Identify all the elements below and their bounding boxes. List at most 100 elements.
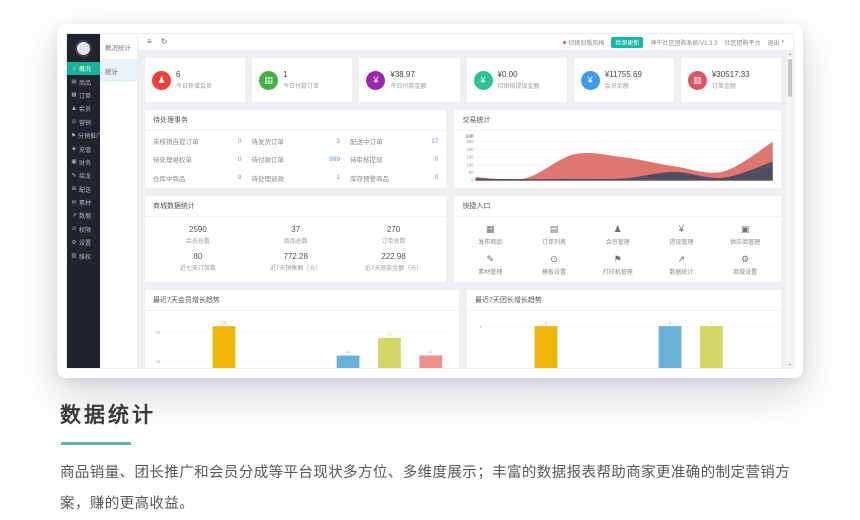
- stat-icon: ▥: [688, 71, 707, 90]
- todo-item[interactable]: 配送中订单17: [350, 132, 438, 150]
- quick-entry-模板设置[interactable]: ⊙模板设置: [522, 255, 586, 276]
- quick-entry-label: 模板设置: [522, 267, 586, 276]
- sidebar-item-label: 配送: [79, 185, 91, 194]
- submenu-item-stats[interactable]: 统计: [100, 60, 137, 82]
- sidebar-item-label: 概况: [79, 64, 91, 73]
- topbar-link[interactable]: 切换旧版风格: [563, 38, 604, 47]
- sidebar-item-商品[interactable]: ▤商品: [67, 75, 100, 88]
- svg-text:14: 14: [387, 332, 392, 337]
- todo-label: 待处理维权单: [153, 154, 192, 164]
- sidebar-item-icon: ⚑: [71, 133, 76, 139]
- avatar[interactable]: [75, 40, 92, 57]
- quick-entry-提现管理[interactable]: ¥提现管理: [650, 225, 714, 246]
- sidebar-item-接龙[interactable]: ✎接龙: [67, 169, 100, 182]
- mall-stat: 270订单总数: [345, 225, 443, 245]
- sidebar-item-icon: ▤: [71, 79, 77, 85]
- check-update-badge[interactable]: 检测更新: [611, 37, 643, 48]
- mall-stat: 772.28近7天销售额（元）: [247, 252, 345, 272]
- refresh-icon[interactable]: ↻: [161, 38, 168, 46]
- mall-stats-panel: 商城数据统计 2590会员总数37商品总数270订单总数80近七天订单数772.…: [144, 195, 447, 283]
- quick-entry-icon: ▣: [713, 225, 777, 234]
- sidebar-item-label: 素材: [79, 198, 91, 207]
- stat-card[interactable]: ♟6今日新增会员: [144, 57, 246, 103]
- todo-item[interactable]: 库存预警商品0: [350, 169, 438, 187]
- leader-growth-chart: 00.5103-12103-1303-1403-15103-16103-1703…: [467, 311, 781, 368]
- sidebar-item-概况[interactable]: ⌂概况: [67, 62, 100, 75]
- todo-item[interactable]: 待处理维权单0: [153, 150, 241, 168]
- sidebar-item-财务[interactable]: ▣财务: [67, 156, 100, 169]
- quick-entry-icon: ✎: [458, 255, 522, 264]
- quick-entry-icon: ⚙: [713, 255, 777, 264]
- scroll-down-icon[interactable]: ▼: [787, 362, 793, 368]
- todo-label: 配送中订单: [350, 136, 383, 146]
- quick-entry-icon: ♟: [586, 225, 650, 234]
- sidebar-item-label: 维权: [79, 252, 91, 261]
- sidebar-item-权限[interactable]: ⊙权限: [67, 223, 100, 236]
- quick-entry-label: 素材管理: [458, 267, 522, 276]
- scrollbar-thumb[interactable]: [788, 59, 792, 97]
- svg-text:03-12: 03-12: [465, 187, 477, 189]
- todo-item[interactable]: 待发货订单3: [251, 132, 339, 150]
- topbar-link[interactable]: 社区团购平台: [724, 38, 760, 47]
- quick-entry-数据统计[interactable]: ↗数据统计: [650, 255, 714, 276]
- stat-card[interactable]: ¥¥38.97今日付款金额: [358, 57, 460, 103]
- stat-text: 1今日付款订单: [283, 70, 319, 90]
- bar-chart-svg: 00.5103-12103-1303-1403-15103-16103-1703…: [467, 311, 781, 368]
- sidebar-item-icon: ⊙: [71, 226, 77, 232]
- mall-stat-label: 近七天订单数: [149, 263, 247, 272]
- sidebar-item-营销[interactable]: ◎营销: [67, 116, 100, 129]
- sidebar-item-数据[interactable]: ↗数据: [67, 209, 100, 222]
- mall-stats-grid: 2590会员总数37商品总数270订单总数80近七天订单数772.28近7天销售…: [145, 217, 446, 272]
- title-underline: [61, 442, 131, 445]
- sidebar-item-icon: ▣: [71, 159, 77, 165]
- chevron-down-icon: ▾: [781, 39, 784, 45]
- quick-entry-grid: ▦发布商品▤订单列表♟会员管理¥提现管理▣供应商管理 ✎ 素材管理⊙模板设置⚑打印机…: [454, 217, 781, 276]
- todo-item[interactable]: 未核销自提订单0: [153, 132, 241, 150]
- sidebar-item-配送[interactable]: ⊞配送: [67, 183, 100, 196]
- svg-text:200: 200: [467, 147, 475, 152]
- quick-entry-素材管理[interactable]: ✎ 素材管理: [458, 255, 522, 276]
- sidebar-item-充值[interactable]: ◈充值: [67, 142, 100, 155]
- stat-value: ¥30517.33: [712, 70, 750, 79]
- stat-value: ¥0.00: [498, 70, 540, 79]
- quick-entry-订单列表[interactable]: ▤订单列表: [522, 225, 586, 246]
- stat-card[interactable]: ▥¥30517.33订单金额: [680, 57, 782, 103]
- quick-entry-打印机管理[interactable]: ⚑打印机管理: [586, 255, 650, 276]
- stat-card[interactable]: ¥¥0.00待审核提现金额: [466, 57, 568, 103]
- sidebar-item-分销推广[interactable]: ⚑分销推广: [67, 129, 100, 142]
- submenu-header: 概况统计: [100, 34, 137, 60]
- topbar-link[interactable]: 退出▾: [767, 38, 784, 47]
- sidebar-item-设置[interactable]: ⚙设置: [67, 236, 100, 249]
- scroll-up-icon[interactable]: ▲: [787, 51, 793, 57]
- sidebar-item-订单[interactable]: ▦订单: [67, 89, 100, 102]
- stat-value: 6: [176, 70, 212, 79]
- sidebar-item-label: 权限: [79, 225, 91, 234]
- quick-entry-供应商管理[interactable]: ▣供应商管理: [713, 225, 777, 246]
- stat-card[interactable]: ▤ 1今日付款订单: [251, 57, 353, 103]
- todo-label: 待付款订单: [251, 154, 284, 164]
- quick-entry-商城设置[interactable]: ⚙商城设置: [713, 255, 777, 276]
- todo-label: 未核销自提订单: [153, 136, 199, 146]
- todo-value: 0: [435, 174, 439, 181]
- stat-label: 今日付款订单: [283, 81, 319, 90]
- hamburger-icon[interactable]: ≡: [147, 38, 152, 46]
- sidebar-item-维权[interactable]: ▥维权: [67, 249, 100, 262]
- quick-entry-icon: ¥: [650, 225, 714, 234]
- sidebar-item-素材[interactable]: ✉素材: [67, 196, 100, 209]
- topbar-link[interactable]: 神牛社区团购系统/V1.3.3: [650, 38, 717, 47]
- stat-text: 6今日新增会员: [176, 70, 212, 90]
- todo-value: 1: [336, 174, 340, 181]
- stat-icon: ▤: [259, 71, 278, 90]
- bar-chart-svg: 051015503-121603-13203-1403-151103-16140…: [145, 311, 459, 368]
- quick-entry-发布商品[interactable]: ▦发布商品: [458, 225, 522, 246]
- todo-item[interactable]: 待处理退款1: [251, 169, 339, 187]
- todo-item[interactable]: 待审核提现0: [350, 150, 438, 168]
- todo-item[interactable]: 待付款订单999: [251, 150, 339, 168]
- sidebar-nav: ⌂概况▤商品▦订单♟会员◎营销⚑分销推广◈充值▣财务✎接龙⊞配送✉素材↗数据⊙权…: [67, 62, 100, 263]
- stat-card[interactable]: ¥¥11755.69会员余额: [573, 57, 675, 103]
- svg-text:50: 50: [469, 170, 474, 175]
- vertical-scrollbar[interactable]: ▲ ▼: [787, 51, 793, 368]
- todo-item[interactable]: 仓库中商品9: [153, 169, 241, 187]
- sidebar-item-会员[interactable]: ♟会员: [67, 102, 100, 115]
- quick-entry-会员管理[interactable]: ♟会员管理: [586, 225, 650, 246]
